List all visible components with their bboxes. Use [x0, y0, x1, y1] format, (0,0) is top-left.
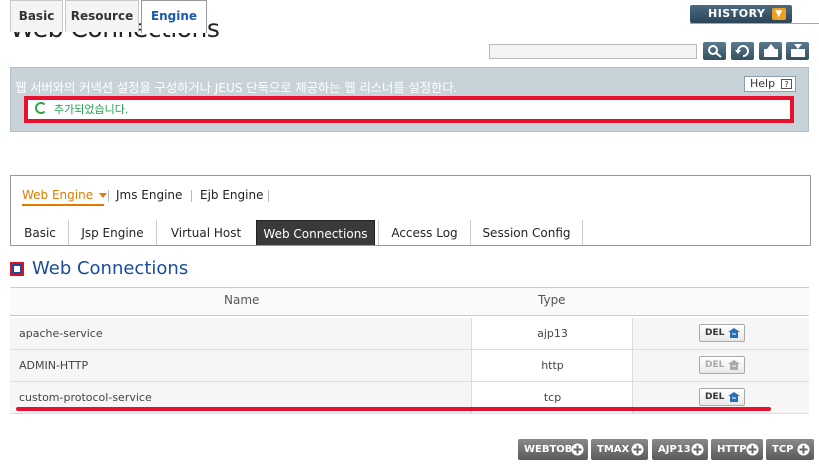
plus-icon — [691, 443, 704, 456]
active-nav-underline — [22, 204, 104, 206]
section-title: Web Connections — [32, 258, 189, 279]
table-row: ADMIN-HTTP http DEL — [10, 350, 809, 382]
nav-separator — [191, 190, 192, 202]
add-tmax-button[interactable]: TMAX — [591, 439, 648, 460]
search-icon — [707, 45, 722, 58]
type-cell: ajp13 — [472, 318, 633, 349]
xml-export-icon — [763, 44, 778, 57]
connection-type: http — [541, 359, 564, 372]
connection-name[interactable]: custom-protocol-service — [19, 391, 152, 404]
section-icon — [10, 262, 24, 276]
plus-icon — [571, 443, 584, 456]
help-button[interactable]: Help ? — [744, 76, 796, 92]
inner-tab-basic[interactable]: Basic — [12, 220, 68, 246]
inner-tab-virtual-host[interactable]: Virtual Host — [156, 220, 255, 246]
nav-separator — [108, 190, 109, 202]
inner-tab-divider — [582, 220, 583, 246]
description-text: 웹 서버와의 커넥션 설정을 구성하거나 JEUS 단독으로 제공하는 웹 리스… — [15, 80, 458, 95]
history-label: HISTORY — [708, 7, 766, 20]
delete-button: DEL — [699, 356, 745, 374]
name-cell: ADMIN-HTTP — [10, 350, 472, 381]
inner-tab-jsp-engine[interactable]: Jsp Engine — [68, 220, 156, 246]
delete-icon — [728, 328, 740, 338]
history-button[interactable]: HISTORY ▼ — [690, 5, 792, 23]
connection-name[interactable]: ADMIN-HTTP — [19, 359, 88, 372]
caret-down-icon — [99, 193, 108, 198]
table-row: apache-service ajp13 DEL — [10, 318, 809, 350]
connection-name[interactable]: apache-service — [19, 327, 103, 340]
add-http-button[interactable]: HTTP — [711, 439, 763, 460]
type-cell: http — [472, 350, 633, 381]
connection-type: ajp13 — [537, 327, 568, 340]
export-xml-button[interactable] — [759, 42, 782, 60]
nav-web-engine[interactable]: Web Engine — [22, 188, 108, 202]
refresh-status-icon — [35, 102, 47, 114]
help-label: Help — [750, 77, 776, 90]
action-cell: DEL — [633, 350, 809, 381]
plus-icon — [746, 443, 759, 456]
inner-tab-web-connections[interactable]: Web Connections — [256, 220, 375, 246]
table-header — [10, 287, 809, 316]
name-cell: apache-service — [10, 318, 472, 349]
chevron-down-icon: ▼ — [772, 8, 786, 20]
delete-icon — [728, 360, 740, 370]
search-input[interactable] — [489, 44, 697, 59]
search-button[interactable] — [703, 42, 726, 60]
column-header-name: Name — [224, 293, 260, 307]
highlight-underline — [16, 407, 771, 411]
tab-basic[interactable]: Basic — [10, 0, 63, 32]
question-icon: ? — [781, 79, 792, 89]
inner-tabs-baseline — [10, 245, 811, 246]
import-xml-button[interactable] — [786, 42, 809, 60]
add-tcp-button[interactable]: TCP — [766, 439, 814, 460]
refresh-button[interactable] — [731, 42, 754, 60]
inner-tab-session-config[interactable]: Session Config — [470, 220, 582, 246]
xml-import-icon — [790, 44, 805, 57]
delete-button[interactable]: DEL — [699, 324, 745, 342]
status-message: 추가되었습니다. — [54, 103, 129, 116]
plus-icon — [631, 443, 644, 456]
nav-separator — [268, 190, 269, 202]
delete-button[interactable]: DEL — [699, 388, 745, 406]
refresh-icon — [734, 45, 749, 57]
status-message-box — [24, 96, 794, 123]
tab-engine[interactable]: Engine — [141, 0, 207, 33]
nav-jms-engine[interactable]: Jms Engine — [116, 188, 182, 202]
add-webtob-button[interactable]: WEBTOB — [518, 439, 588, 460]
header-divider — [690, 23, 819, 24]
inner-tab-access-log[interactable]: Access Log — [378, 220, 470, 246]
connection-type: tcp — [543, 391, 562, 404]
delete-icon — [728, 392, 740, 402]
add-ajp13-button[interactable]: AJP13 — [652, 439, 708, 460]
column-header-type: Type — [538, 293, 566, 307]
nav-ejb-engine[interactable]: Ejb Engine — [200, 188, 263, 202]
action-cell: DEL — [633, 318, 809, 349]
plus-icon — [797, 443, 810, 456]
tab-resource[interactable]: Resource — [65, 0, 139, 32]
